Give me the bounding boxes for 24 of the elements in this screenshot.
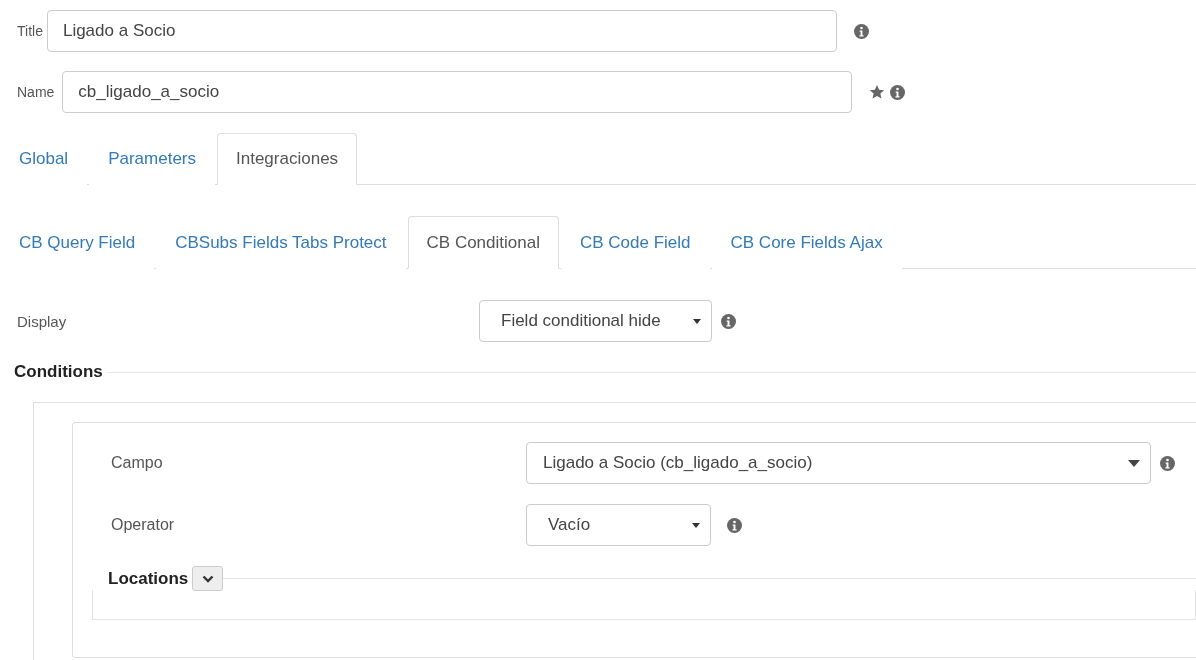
caret-icon <box>1128 459 1140 467</box>
text-input[interactable]: Ligado a Socio <box>46 10 837 52</box>
chevron-down-icon <box>201 574 214 583</box>
tab[interactable]: Integraciones <box>217 133 358 185</box>
caret-icon <box>693 318 701 324</box>
field-label: Operator <box>110 516 176 534</box>
field-label: Title <box>17 23 43 39</box>
info-icon[interactable] <box>727 517 742 533</box>
select-dropdown[interactable]: Field conditional hide <box>479 300 712 342</box>
text-input[interactable]: cb_ligado_a_socio <box>62 71 853 113</box>
toggle-button[interactable] <box>192 566 224 591</box>
info-icon[interactable] <box>1160 455 1175 471</box>
section-legend: Conditions <box>14 362 107 382</box>
field-label: Display <box>17 312 68 330</box>
select-dropdown[interactable]: Vacío <box>526 504 711 546</box>
info-icon[interactable] <box>853 23 869 39</box>
field-label: Name <box>17 84 55 100</box>
info-icon[interactable] <box>721 313 736 329</box>
info-icon[interactable] <box>890 84 906 100</box>
section-legend: Locations <box>108 568 193 589</box>
tab[interactable]: CB Conditional <box>407 216 559 269</box>
caret-icon <box>692 522 700 528</box>
field-label: Campo <box>110 454 164 472</box>
select-dropdown[interactable]: Ligado a Socio (cb_ligado_a_socio) <box>526 442 1151 484</box>
